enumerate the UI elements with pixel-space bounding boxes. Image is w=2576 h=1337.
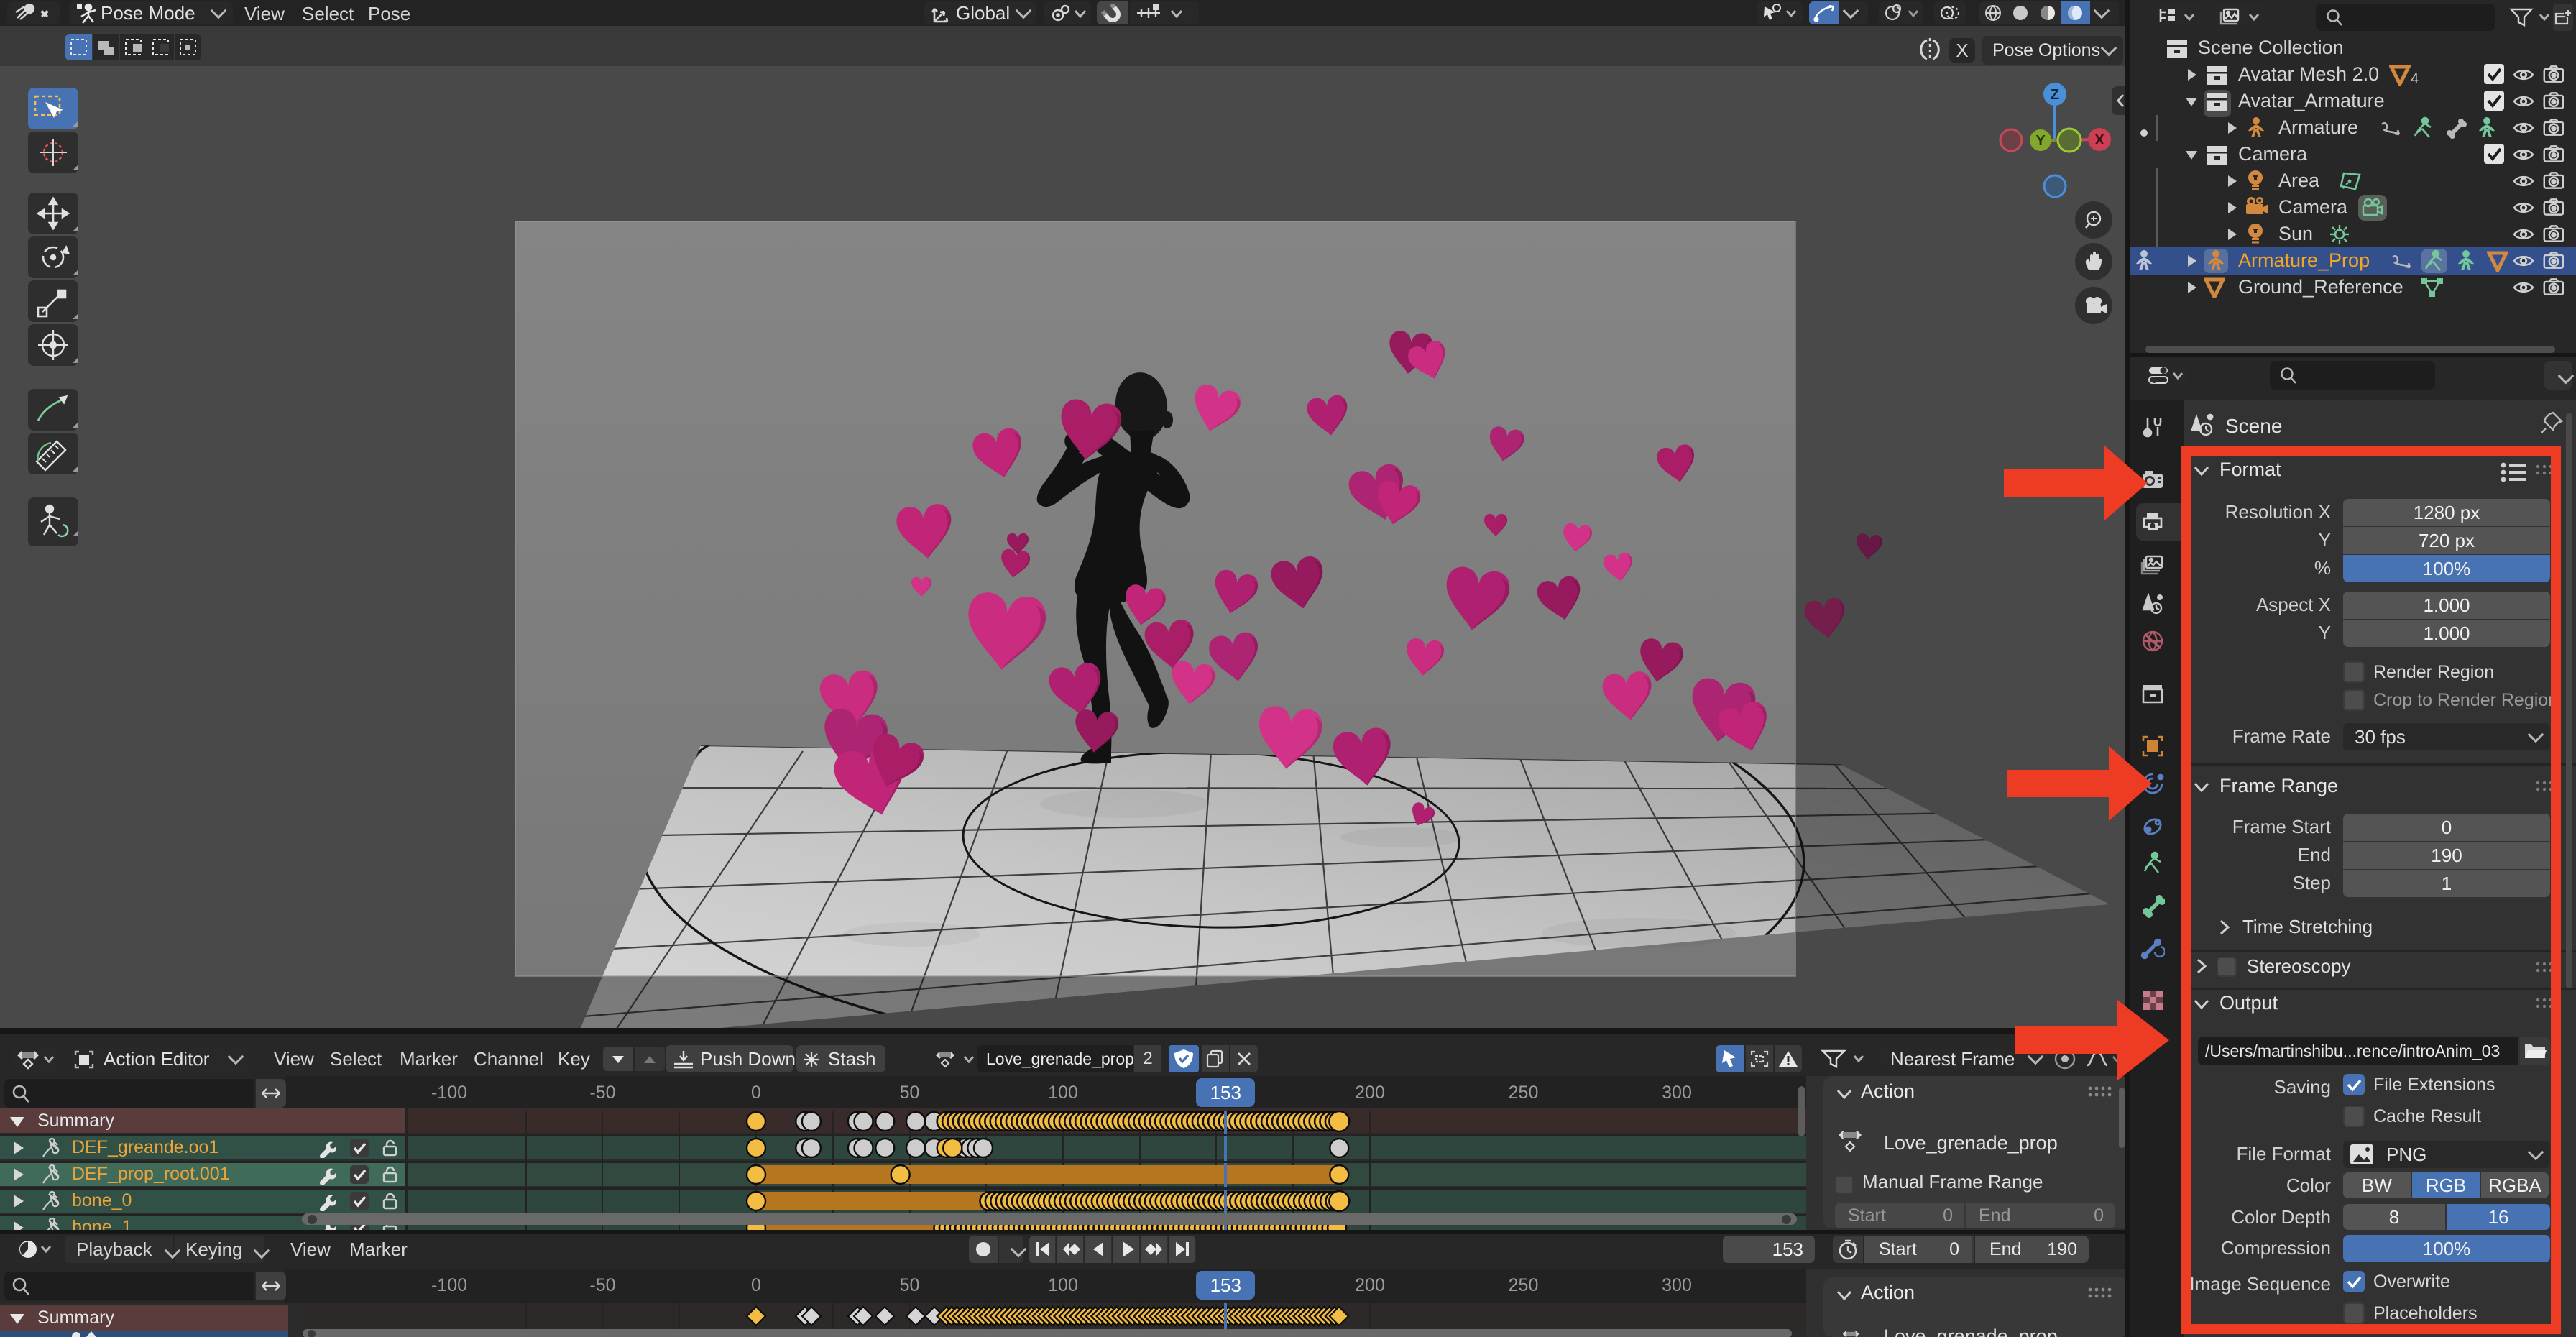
svg-text:Z: Z <box>2051 87 2059 103</box>
svg-text:X: X <box>2094 132 2104 148</box>
svg-text:Y: Y <box>2036 133 2046 149</box>
